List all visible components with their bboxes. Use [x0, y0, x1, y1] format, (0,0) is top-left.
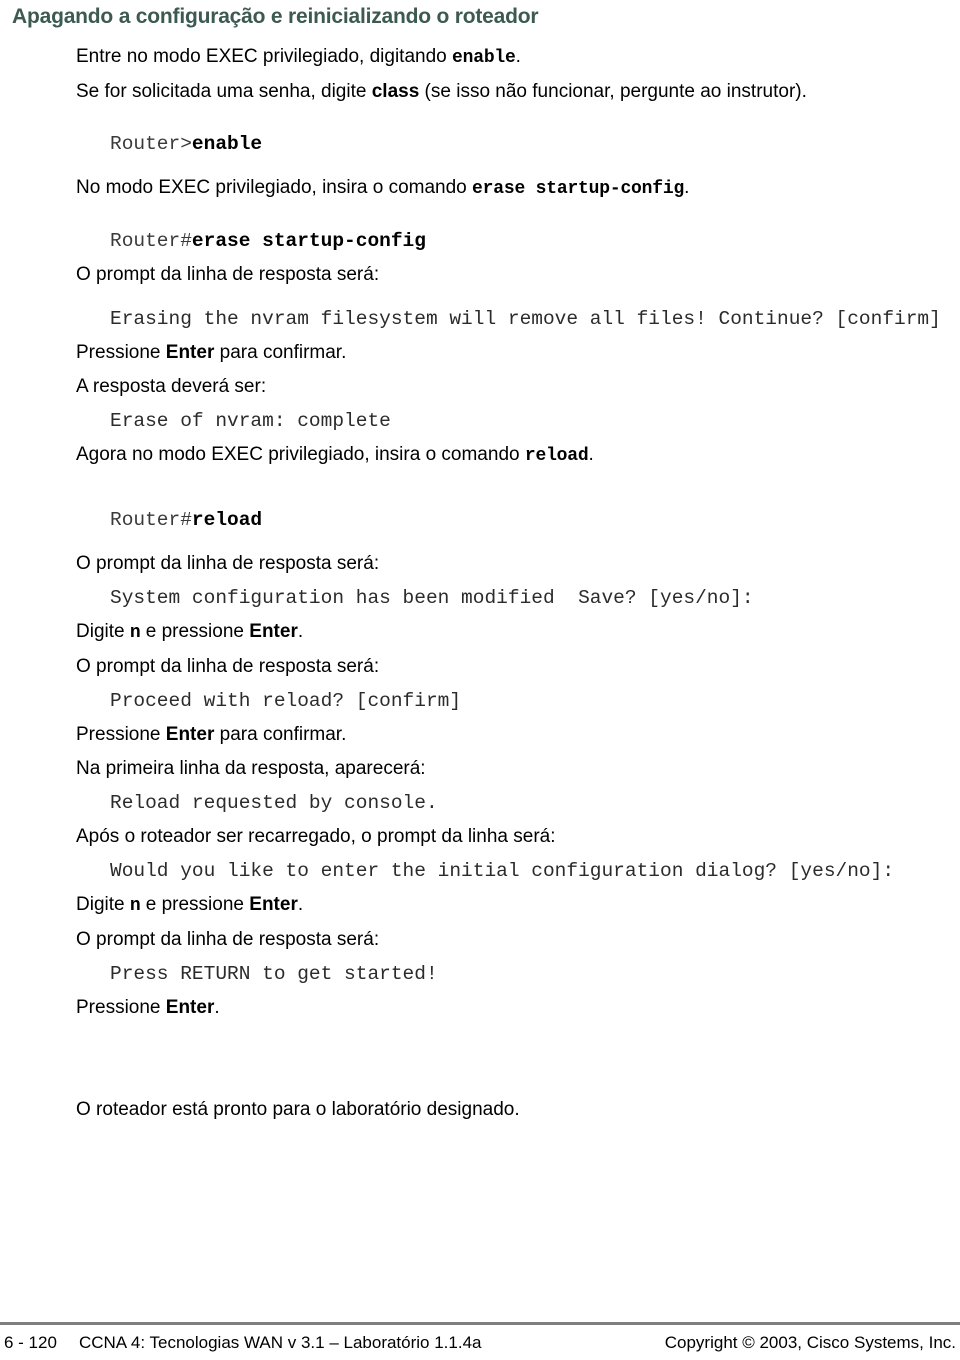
text-segment: .	[297, 621, 304, 642]
paragraph-press-enter-3: Pressione Enter.	[0, 991, 960, 1025]
paragraph-press-enter-2: Pressione Enter para confirmar.	[0, 718, 960, 752]
output-initial-config-dialog: Would you like to enter the initial conf…	[110, 860, 895, 882]
text-segment: .	[684, 177, 690, 198]
prompt-router-user: Router>	[110, 133, 192, 155]
text-segment: .	[214, 997, 220, 1018]
course-label: CCNA 4: Tecnologias WAN v 3.1 – Laborató…	[78, 1333, 482, 1352]
paragraph-first-line-response: Na primeira linha da resposta, aparecerá…	[76, 758, 426, 779]
text-segment: Entre no modo EXEC privilegiado, digitan…	[76, 46, 453, 67]
paragraph-type-n-2: Digite n e pressione Enter.	[0, 888, 960, 923]
text-segment: Digite	[76, 621, 130, 642]
paragraph-prompt-response-2: O prompt da linha de resposta será:	[76, 553, 380, 574]
text-segment: Se for solicitada uma senha, digite	[76, 81, 372, 102]
paragraph-reload-command: Agora no modo EXEC privilegiado, insira …	[0, 438, 960, 473]
text-segment: Digite	[76, 894, 130, 915]
paragraph-after-reload: Após o roteador ser recarregado, o promp…	[76, 826, 556, 847]
text-segment: Agora no modo EXEC privilegiado, insira …	[76, 444, 525, 465]
prompt-router-priv: Router#	[110, 230, 192, 252]
key-enter: Enter	[249, 894, 298, 915]
command-text: erase startup-config	[191, 230, 426, 252]
text-segment: para confirmar.	[214, 724, 347, 745]
copyright-notice: Copyright © 2003, Cisco Systems, Inc.	[664, 1333, 956, 1352]
paragraph-router-ready: O roteador está pronto para o laboratóri…	[76, 1099, 520, 1120]
prompt-router-priv: Router#	[110, 509, 192, 531]
text-segment: Pressione	[76, 997, 166, 1018]
text-segment: .	[515, 46, 521, 67]
footer-left-group: 6 - 120 CCNA 4: Tecnologias WAN v 3.1 – L…	[4, 1333, 482, 1353]
page-title: Apagando a configuração e reinicializand…	[12, 5, 539, 28]
document-page: Apagando a configuração e reinicializand…	[0, 0, 960, 1360]
output-press-return: Press RETURN to get started!	[110, 963, 438, 985]
command-enable: enable	[452, 48, 516, 68]
output-erase-complete: Erase of nvram: complete	[110, 410, 391, 432]
text-segment: Pressione	[76, 724, 166, 745]
output-reload-requested: Reload requested by console.	[110, 792, 438, 814]
text-segment: (se isso não funcionar, pergunte ao inst…	[419, 81, 807, 102]
command-text: reload	[191, 509, 263, 531]
key-enter: Enter	[165, 342, 215, 363]
paragraph-enter-exec-mode: Entre no modo EXEC privilegiado, digitan…	[0, 40, 960, 75]
text-segment: .	[297, 894, 304, 915]
command-text: enable	[191, 133, 263, 155]
command-erase-startup-config: erase startup-config	[472, 179, 685, 199]
code-line-router-erase: Router#erase startup-config	[0, 224, 960, 258]
code-line-router-enable: Router>enable	[0, 127, 960, 161]
paragraph-prompt-response-4: O prompt da linha de resposta será:	[76, 929, 380, 950]
text-segment: e pressione	[140, 894, 250, 915]
paragraph-type-n-1: Digite n e pressione Enter.	[0, 615, 960, 650]
footer-divider	[0, 1322, 960, 1325]
input-n: n	[129, 896, 141, 916]
paragraph-prompt-response-3: O prompt da linha de resposta será:	[76, 656, 380, 677]
page-footer: 6 - 120 CCNA 4: Tecnologias WAN v 3.1 – L…	[0, 1333, 960, 1357]
output-system-config-modified: System configuration has been modified S…	[110, 587, 754, 609]
key-enter: Enter	[249, 621, 298, 642]
command-reload: reload	[524, 446, 589, 466]
text-segment: e pressione	[140, 621, 250, 642]
text-segment: para confirmar.	[214, 342, 347, 363]
key-enter: Enter	[165, 724, 215, 745]
paragraph-press-enter-1: Pressione Enter para confirmar.	[0, 336, 960, 370]
key-enter: Enter	[165, 997, 215, 1018]
text-segment: No modo EXEC privilegiado, insira o coma…	[76, 177, 473, 198]
keyword-class: class	[371, 81, 420, 102]
paragraph-response-should-be: A resposta deverá ser:	[76, 376, 267, 397]
text-segment: Pressione	[76, 342, 166, 363]
input-n: n	[129, 623, 141, 643]
output-erasing-nvram: Erasing the nvram filesystem will remove…	[110, 308, 941, 330]
code-line-router-reload: Router#reload	[0, 503, 960, 537]
document-body: Entre no modo EXEC privilegiado, digitan…	[0, 40, 960, 1127]
text-segment: .	[588, 444, 594, 465]
output-proceed-with-reload: Proceed with reload? [confirm]	[110, 690, 462, 712]
page-number: 6 - 120	[4, 1333, 57, 1352]
paragraph-password-class: Se for solicitada uma senha, digite clas…	[0, 75, 960, 109]
paragraph-erase-startup-config: No modo EXEC privilegiado, insira o coma…	[0, 171, 960, 206]
paragraph-prompt-response-1: O prompt da linha de resposta será:	[76, 264, 380, 285]
